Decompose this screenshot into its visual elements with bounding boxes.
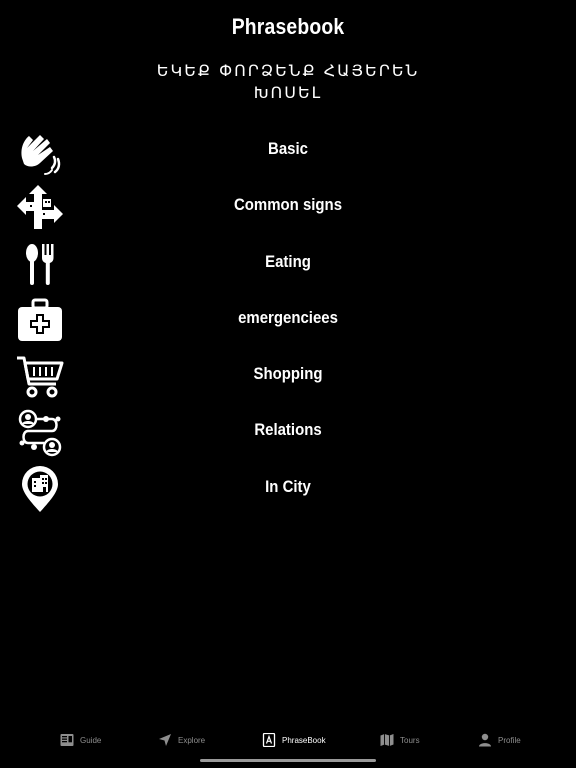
category-label: Basic [268,139,308,158]
tab-label: Profile [498,735,521,745]
tab-label: Tours [400,735,420,745]
category-label: Common signs [233,195,343,215]
page-title: Phrasebook [231,14,345,39]
tab-guide[interactable]: Guide [60,730,101,750]
category-row-eating[interactable]: Eating [0,237,576,293]
tab-label: Explore [178,735,206,745]
tab-profile[interactable]: Profile [478,730,521,750]
navigation-arrow-icon [158,733,172,747]
category-label: Shopping [253,364,323,384]
guide-book-icon [60,733,74,747]
phrasebook-icon [262,733,276,747]
category-label: Relations [254,420,322,440]
category-row-in-city[interactable]: In City [0,462,576,518]
category-row-basic[interactable]: Basic [0,124,576,180]
tab-tours[interactable]: Tours [380,730,420,750]
category-row-shopping[interactable]: Shopping [0,349,576,405]
tab-bar: Guide Explore PhraseBook Tours Profile [0,722,576,768]
category-row-relations[interactable]: Relations [0,405,576,461]
category-label: Eating [265,251,311,271]
category-row-emergencies[interactable]: emergenciees [0,293,576,349]
category-label: In City [265,476,311,496]
person-icon [478,733,492,747]
tab-label: Guide [80,735,102,745]
map-icon [380,733,394,747]
tab-label: PhraseBook [282,735,326,745]
category-row-common-signs[interactable]: Common signs [0,180,576,236]
tab-explore[interactable]: Explore [158,730,205,750]
home-indicator[interactable] [200,759,376,762]
category-label: emergenciees [238,307,338,327]
tab-phrasebook[interactable]: PhraseBook [262,730,326,750]
category-list: Basic Common signs Eating emergenciees S… [0,124,576,518]
page-subtitle: ԵԿԵՔ ՓՈՐՁԵՆՔ ՀԱՅԵՐԵՆ ԽՈՍԵԼ [156,61,420,102]
